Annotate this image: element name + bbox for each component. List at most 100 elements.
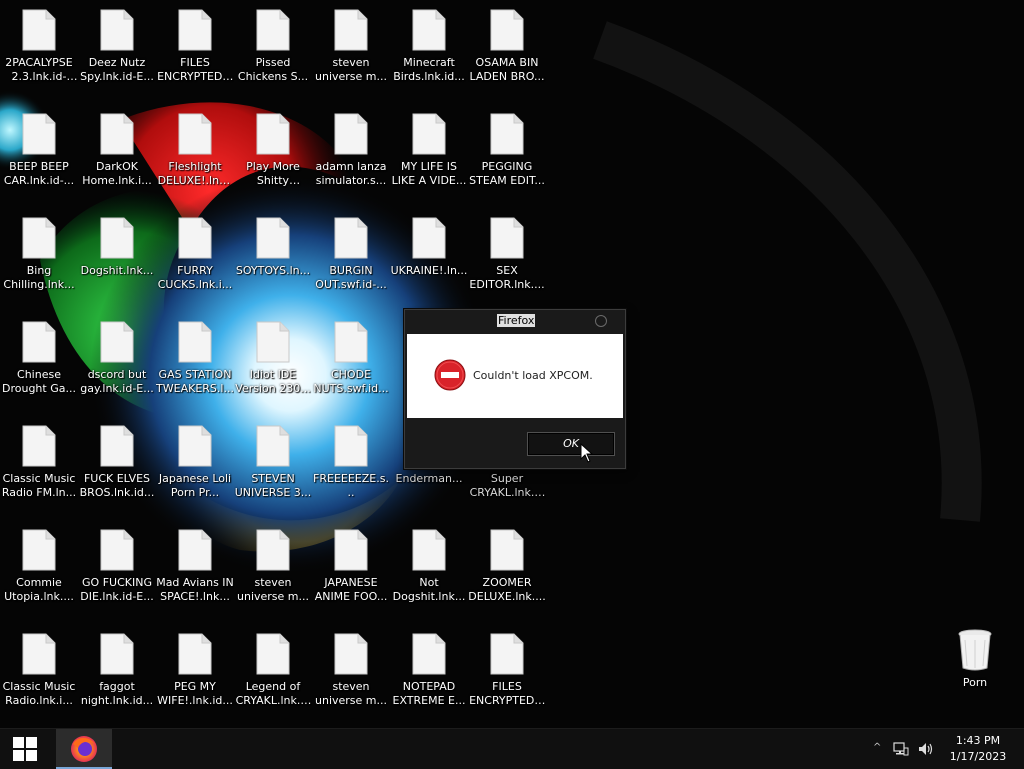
desktop-icon[interactable]: faggot night.lnk.id...: [78, 624, 156, 720]
file-icon: [178, 425, 212, 467]
desktop-icon-label: steven universe m...: [237, 576, 309, 603]
desktop-icon[interactable]: JAPANESE ANIME FOO...: [312, 520, 390, 616]
desktop-icon-label: STEVEN UNIVERSE 3...: [234, 472, 312, 499]
error-icon: [434, 359, 466, 391]
desktop-icon[interactable]: Idiot IDE Version 230...: [234, 312, 312, 408]
desktop-icon[interactable]: Deez Nutz Spy.lnk.id-E...: [78, 0, 156, 96]
windows-logo-icon: [13, 737, 37, 761]
file-icon: [100, 113, 134, 155]
file-icon: [100, 217, 134, 259]
desktop-icon[interactable]: steven universe m...: [234, 520, 312, 616]
desktop-icon[interactable]: Commie Utopia.lnk....: [0, 520, 78, 616]
desktop-icon[interactable]: dscord but gay.lnk.id-E...: [78, 312, 156, 408]
desktop-icon[interactable]: Bing Chilling.lnk...: [0, 208, 78, 304]
desktop-icon[interactable]: GAS STATION TWEAKERS.l...: [156, 312, 234, 408]
file-icon: [178, 217, 212, 259]
file-icon: [100, 529, 134, 571]
desktop-icon[interactable]: Mad Avians IN SPACE!.lnk...: [156, 520, 234, 616]
file-icon: [22, 633, 56, 675]
desktop-icon-label: Idiot IDE Version 230...: [235, 368, 311, 395]
desktop-icon[interactable]: Classic Music Radio FM.ln...: [0, 416, 78, 512]
desktop-icon[interactable]: CHODE NUTS.swf.id...: [312, 312, 390, 408]
file-icon: [490, 529, 524, 571]
desktop-icon-label: Japanese Loli Porn Pr...: [158, 472, 232, 499]
desktop-icon[interactable]: Minecraft Birds.lnk.id...: [390, 0, 468, 96]
file-icon: [22, 425, 56, 467]
desktop-icon-label: steven universe m...: [315, 680, 387, 707]
file-icon: [412, 217, 446, 259]
desktop-icon[interactable]: NOTEPAD EXTREME E...: [390, 624, 468, 720]
file-icon: [178, 9, 212, 51]
desktop-icon[interactable]: PEGGING STEAM EDIT...: [468, 104, 546, 200]
desktop-icon[interactable]: GO FUCKING DIE.lnk.id-E...: [78, 520, 156, 616]
desktop-icon[interactable]: Classic Music Radio.lnk.i...: [0, 624, 78, 720]
desktop-icon-label: Bing Chilling.lnk...: [3, 264, 75, 291]
desktop-icon[interactable]: FURRY CUCKS.lnk.i...: [156, 208, 234, 304]
desktop-icon-label: Super CRYAKL.lnk.i...: [469, 472, 545, 499]
desktop-icon-label: 2PACALYPSE 2.3.lnk.id-EE...: [5, 56, 73, 83]
desktop-icon[interactable]: FREEEEEZE.s...: [312, 416, 390, 512]
desktop-icon[interactable]: BEEP BEEP CAR.lnk.id-...: [0, 104, 78, 200]
desktop-icon[interactable]: BURGIN OUT.swf.id-...: [312, 208, 390, 304]
network-icon[interactable]: [893, 741, 909, 757]
desktop-icon-label: BURGIN OUT.swf.id-...: [315, 264, 387, 291]
desktop-icon-label: NOTEPAD EXTREME E...: [392, 680, 466, 707]
desktop-icon[interactable]: ZOOMER DELUXE.lnk....: [468, 520, 546, 616]
desktop-icon[interactable]: steven universe m...: [312, 624, 390, 720]
file-icon: [490, 9, 524, 51]
desktop-icon-label: Minecraft Birds.lnk.id...: [393, 56, 465, 83]
desktop-icon[interactable]: Japanese Loli Porn Pr...: [156, 416, 234, 512]
desktop-icon[interactable]: DarkOK Home.lnk.i...: [78, 104, 156, 200]
desktop-icon-label: Pissed Chickens S...: [237, 56, 309, 83]
file-icon: [256, 217, 290, 259]
ok-button[interactable]: OK: [527, 432, 615, 456]
desktop-icon[interactable]: Dogshit.lnk...: [78, 208, 156, 304]
file-icon: [22, 321, 56, 363]
desktop-icon[interactable]: OSAMA BIN LADEN BRO...: [468, 0, 546, 96]
desktop-icon-label: PEG MY WIFE!.lnk.id...: [157, 680, 233, 707]
file-icon: [256, 321, 290, 363]
desktop-icon[interactable]: steven universe m...: [312, 0, 390, 96]
volume-icon[interactable]: [918, 741, 934, 757]
desktop-icon[interactable]: MY LIFE IS LIKE A VIDE...: [390, 104, 468, 200]
desktop-icon[interactable]: Not Dogshit.lnk...: [390, 520, 468, 616]
desktop-icon-label: FREEEEEZE.s...: [313, 472, 389, 499]
file-icon: [412, 9, 446, 51]
desktop-icon[interactable]: STEVEN UNIVERSE 3...: [234, 416, 312, 512]
desktop-icon[interactable]: Pissed Chickens S...: [234, 0, 312, 96]
desktop-icon-label: BEEP BEEP CAR.lnk.id-...: [3, 160, 75, 187]
desktop-icon[interactable]: Chinese Drought Ga...: [0, 312, 78, 408]
file-icon: [412, 529, 446, 571]
desktop-icon-label: SOYTOYS.ln...: [235, 264, 311, 277]
desktop-icon[interactable]: 2PACALYPSE 2.3.lnk.id-EE...: [0, 0, 78, 96]
desktop-icon[interactable]: adamn lanza simulator.s...: [312, 104, 390, 200]
desktop-icon[interactable]: FUCK ELVES BROS.lnk.id...: [78, 416, 156, 512]
recycle-bin[interactable]: Porn: [936, 628, 1014, 698]
recycle-bin-icon: [958, 629, 992, 671]
desktop-icon[interactable]: Legend of CRYAKL.lnk.i...: [234, 624, 312, 720]
close-icon[interactable]: [595, 315, 607, 327]
taskbar-clock[interactable]: 1:43 PM 1/17/2023: [940, 733, 1016, 765]
start-button[interactable]: [0, 729, 50, 769]
file-icon: [100, 9, 134, 51]
system-tray: ^: [868, 729, 940, 769]
file-icon: [100, 425, 134, 467]
desktop-icon-label: Commie Utopia.lnk....: [4, 576, 74, 603]
desktop-icon[interactable]: PEG MY WIFE!.lnk.id...: [156, 624, 234, 720]
taskbar-firefox-button[interactable]: [56, 729, 112, 769]
desktop-icon[interactable]: UKRAINE!.ln...: [390, 208, 468, 304]
desktop-icon[interactable]: Play More Shitty Game...: [234, 104, 312, 200]
file-icon: [178, 529, 212, 571]
dialog-titlebar[interactable]: Firefox: [405, 310, 625, 332]
desktop-icon[interactable]: Fleshlight DELUXE!.lnk...: [156, 104, 234, 200]
firefox-icon: [71, 736, 97, 762]
desktop-icon-label: Classic Music Radio FM.ln...: [1, 472, 77, 499]
desktop-icon[interactable]: FILES ENCRYPTED....: [156, 0, 234, 96]
desktop-icon[interactable]: SEX EDITOR.lnk....: [468, 208, 546, 304]
desktop-icon[interactable]: FILES ENCRYPTED....: [468, 624, 546, 720]
desktop-icon[interactable]: SOYTOYS.ln...: [234, 208, 312, 304]
file-icon: [256, 633, 290, 675]
desktop-icon-label: JAPANESE ANIME FOO...: [314, 576, 388, 603]
desktop-icon-label: Dogshit.lnk...: [80, 264, 154, 277]
tray-overflow-chevron[interactable]: ^: [873, 742, 881, 753]
